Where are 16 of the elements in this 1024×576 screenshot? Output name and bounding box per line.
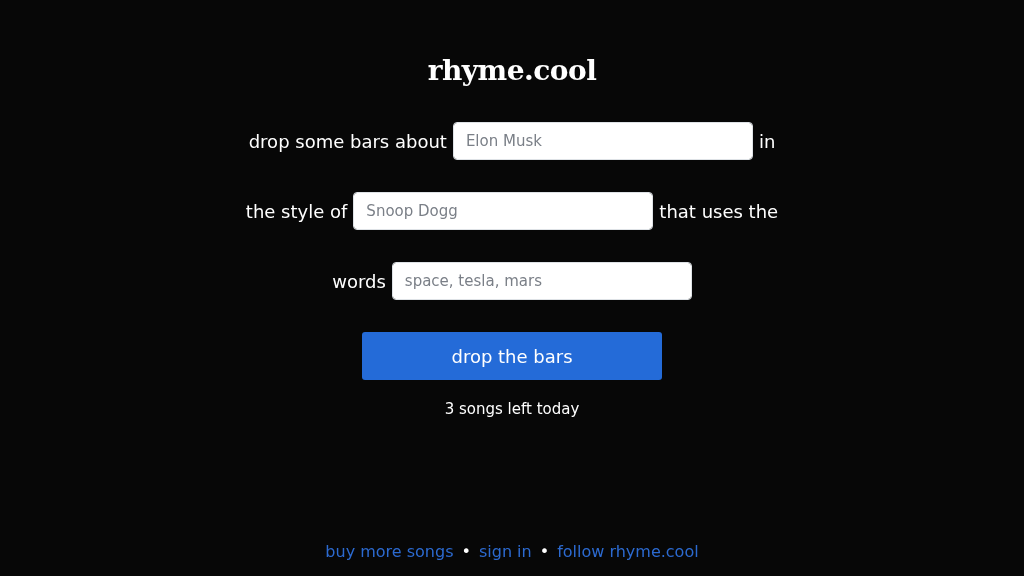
footer-link[interactable]: sign in xyxy=(478,540,532,564)
footer-link[interactable]: follow rhyme.cool xyxy=(557,540,699,564)
submit-button[interactable]: drop the bars xyxy=(362,332,662,380)
quota-text: 3 songs left today xyxy=(444,399,580,420)
separator-dot: • xyxy=(461,541,471,563)
input-field[interactable]: space, tesla, mars xyxy=(391,262,692,300)
prompt-text: in xyxy=(758,129,776,154)
footer-link[interactable]: buy more songs xyxy=(325,540,454,564)
input-field[interactable]: Elon Musk xyxy=(452,122,753,160)
site-title: rhyme.cool xyxy=(427,53,597,89)
prompt-text: words xyxy=(332,269,386,294)
prompt-text: the style of xyxy=(245,199,348,224)
prompt-text: that uses the xyxy=(659,199,779,224)
prompt-text: drop some bars about xyxy=(248,129,447,154)
separator-dot: • xyxy=(539,541,550,563)
input-field[interactable]: Snoop Dogg xyxy=(353,192,654,230)
